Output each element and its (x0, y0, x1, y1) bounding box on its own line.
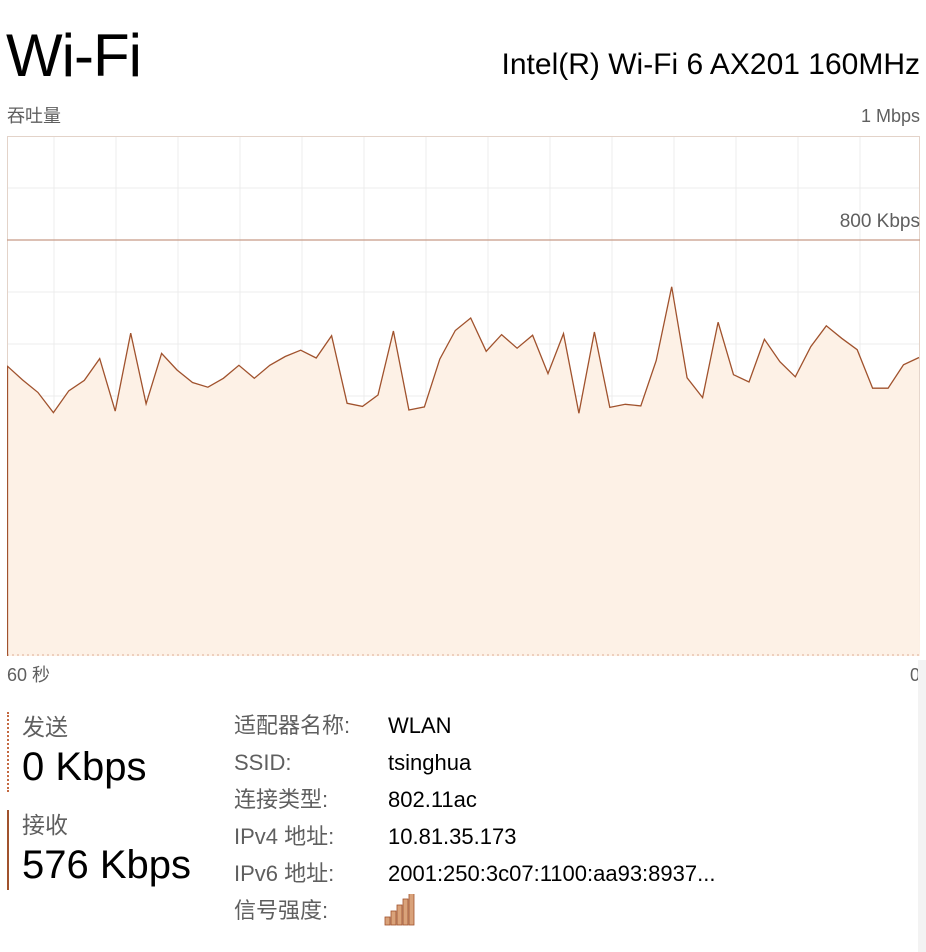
signal-bar (408, 892, 415, 926)
signal-strength-icon (384, 892, 416, 926)
throughput-label: 吞吐量 (7, 106, 61, 126)
connection-type-key: 连接类型: (234, 787, 329, 812)
signal-bar (396, 904, 403, 926)
signal-strength-key: 信号强度: (234, 898, 329, 923)
throughput-graph (7, 136, 920, 656)
wifi-performance-panel: Wi-Fi Intel(R) Wi-Fi 6 AX201 160MHz 吞吐量 … (0, 0, 926, 952)
send-stat: 发送 0 Kbps (7, 712, 232, 792)
ssid-value: tsinghua (388, 750, 472, 775)
window-edge (918, 660, 926, 952)
send-value: 0 Kbps (22, 745, 147, 789)
series-area (7, 286, 920, 656)
send-label: 发送 (22, 714, 68, 740)
receive-legend-line (7, 810, 9, 890)
connection-type-value: 802.11ac (388, 787, 477, 812)
ipv4-key: IPv4 地址: (234, 824, 335, 849)
ipv6-value: 2001:250:3c07:1100:aa93:8937... (388, 861, 716, 886)
receive-stat: 接收 576 Kbps (7, 810, 232, 890)
adapter-model: Intel(R) Wi-Fi 6 AX201 160MHz (501, 48, 920, 81)
adapter-name-value: WLAN (388, 713, 452, 738)
receive-value: 576 Kbps (22, 843, 192, 887)
throughput-chart-svg (7, 136, 920, 656)
signal-bar (384, 916, 391, 926)
receive-area (7, 286, 920, 656)
page-title: Wi-Fi (6, 22, 142, 89)
signal-bar (402, 898, 409, 926)
max-scale-label: 1 Mbps (860, 106, 920, 126)
signal-bar (390, 910, 397, 926)
adapter-name-key: 适配器名称: (234, 713, 351, 738)
time-span-label: 60 秒 (7, 665, 51, 685)
ipv6-key: IPv6 地址: (234, 861, 335, 886)
receive-label: 接收 (22, 812, 68, 838)
ssid-key: SSID: (234, 750, 292, 775)
reference-label: 800 Kbps (839, 211, 920, 232)
ipv4-value: 10.81.35.173 (388, 824, 517, 849)
send-legend-line (7, 712, 9, 792)
